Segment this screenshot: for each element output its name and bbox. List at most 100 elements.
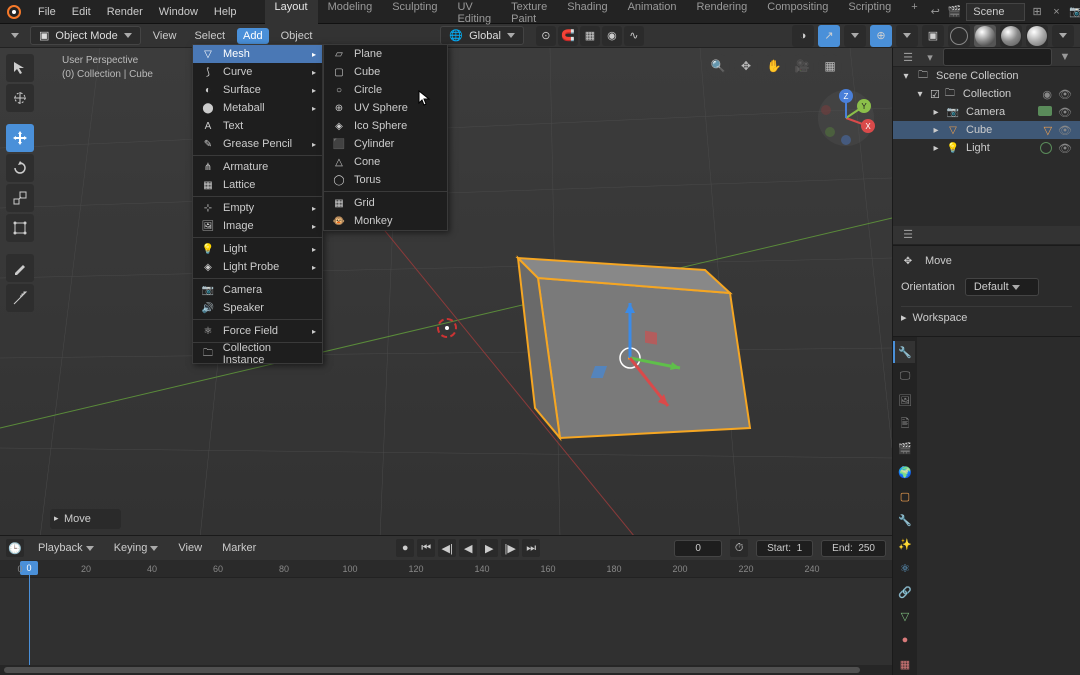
cube-data-icon[interactable]: ▽ bbox=[1044, 124, 1052, 137]
add-lightprobe[interactable]: ◈Light Probe▸ bbox=[193, 258, 322, 276]
outliner-type-icon[interactable]: ☰ bbox=[899, 48, 917, 66]
file-menu[interactable]: File bbox=[30, 2, 64, 22]
add-surface[interactable]: ◐Surface▸ bbox=[193, 81, 322, 99]
outliner-display-icon[interactable]: ▾ bbox=[921, 48, 939, 66]
add-speaker[interactable]: 🔊Speaker bbox=[193, 299, 322, 317]
scene-icon[interactable]: 🎬 bbox=[947, 3, 962, 21]
add-empty[interactable]: ⊹Empty▸ bbox=[193, 199, 322, 217]
proportional-icon[interactable]: ◉ bbox=[602, 26, 622, 46]
cube-visibility-icon[interactable]: 👁 bbox=[1058, 124, 1072, 137]
add-monkey[interactable]: 🐵Monkey bbox=[324, 212, 447, 230]
tab-modeling[interactable]: Modeling bbox=[318, 0, 383, 30]
wireframe-shade-icon[interactable] bbox=[948, 25, 970, 47]
overlays-toggle-icon[interactable]: ⊕ bbox=[870, 25, 892, 47]
add-metaball[interactable]: ⬤Metaball▸ bbox=[193, 99, 322, 117]
playback-menu[interactable]: Playback bbox=[32, 540, 100, 556]
orientation-selector[interactable]: 🌐 Global bbox=[440, 26, 524, 45]
add-cone[interactable]: △Cone bbox=[324, 153, 447, 171]
timeline-track[interactable]: 0 020406080100120140160180200220240 bbox=[0, 560, 892, 665]
timeline-scrollbar[interactable] bbox=[0, 665, 892, 675]
jump-end-icon[interactable]: ⏭ bbox=[522, 539, 540, 557]
props-editor-type-icon[interactable]: ☰ bbox=[899, 226, 917, 244]
disclosure-icon[interactable]: ▾ bbox=[913, 87, 927, 101]
help-menu[interactable]: Help bbox=[206, 2, 245, 22]
xray-icon[interactable]: ▣ bbox=[922, 25, 944, 47]
overlays-dropdown-icon[interactable] bbox=[896, 25, 918, 47]
scale-tool[interactable] bbox=[6, 184, 34, 212]
add-greasepencil[interactable]: ✎Grease Pencil▸ bbox=[193, 135, 322, 153]
play-reverse-icon[interactable]: ◀ bbox=[459, 539, 477, 557]
orientation-select[interactable]: Default bbox=[965, 278, 1039, 296]
disclosure-light-icon[interactable]: ▸ bbox=[929, 141, 943, 155]
add-collection-instance[interactable]: 🗀Collection Instance bbox=[193, 345, 322, 363]
constraint-tab[interactable]: 🔗 bbox=[893, 581, 915, 603]
jump-start-icon[interactable]: ⏮ bbox=[417, 539, 435, 557]
pivot-icon[interactable]: ⊙ bbox=[536, 26, 556, 46]
exclude-icon[interactable]: ◉ bbox=[1042, 88, 1052, 101]
timeline-ruler[interactable]: 0 020406080100120140160180200220240 bbox=[0, 560, 892, 578]
proportional-mode-icon[interactable]: ∿ bbox=[624, 26, 644, 46]
move-view-icon[interactable]: ✥ bbox=[734, 54, 758, 78]
disclosure-cube-icon[interactable]: ▸ bbox=[929, 123, 943, 137]
snap-mode-icon[interactable]: ▦ bbox=[580, 26, 600, 46]
tab-rendering[interactable]: Rendering bbox=[686, 0, 757, 30]
timeline-playhead[interactable]: 0 bbox=[20, 561, 38, 575]
zoom-icon[interactable]: 🔍 bbox=[706, 54, 730, 78]
selectability-icon[interactable]: ◑ bbox=[792, 25, 814, 47]
add-torus[interactable]: ◯Torus bbox=[324, 171, 447, 189]
workspace-panel[interactable]: ▸Workspace bbox=[901, 306, 1072, 328]
solid-shade-icon[interactable] bbox=[974, 25, 996, 47]
collection-row[interactable]: ▾ ☑ 🗀 Collection ◉👁 bbox=[893, 85, 1080, 103]
object-tab[interactable]: ▢ bbox=[893, 485, 915, 507]
snap-icon[interactable]: 🧲 bbox=[558, 26, 578, 46]
add-armature[interactable]: ⋔Armature bbox=[193, 158, 322, 176]
view-menu[interactable]: View bbox=[147, 28, 183, 44]
camera-view-icon[interactable]: 🎥 bbox=[790, 54, 814, 78]
back-to-previous-icon[interactable]: ↩ bbox=[928, 3, 943, 21]
scene-delete-icon[interactable]: × bbox=[1049, 3, 1064, 21]
tl-view-menu[interactable]: View bbox=[172, 540, 208, 556]
shading-dropdown-icon[interactable] bbox=[1052, 25, 1074, 47]
viewlayer-icon[interactable]: 📷 bbox=[1068, 3, 1080, 21]
texture-tab[interactable]: ▦ bbox=[893, 653, 915, 675]
camera-row[interactable]: ▸ 📷 Camera 👁 bbox=[893, 103, 1080, 121]
jump-next-key-icon[interactable]: |▶ bbox=[501, 539, 519, 557]
add-grid[interactable]: ▦Grid bbox=[324, 194, 447, 212]
modifier-tab[interactable]: 🔧 bbox=[893, 509, 915, 531]
add-curve[interactable]: ⟆Curve▸ bbox=[193, 63, 322, 81]
render-tab[interactable]: 🖵 bbox=[893, 365, 915, 387]
outliner-search[interactable] bbox=[943, 48, 1052, 66]
play-icon[interactable]: ▶ bbox=[480, 539, 498, 557]
preview-range-icon[interactable]: ⏱ bbox=[730, 539, 748, 557]
add-camera[interactable]: 📷Camera bbox=[193, 281, 322, 299]
add-light[interactable]: 💡Light▸ bbox=[193, 240, 322, 258]
window-menu[interactable]: Window bbox=[151, 2, 206, 22]
add-plane[interactable]: ▱Plane bbox=[324, 45, 447, 63]
hand-icon[interactable]: ✋ bbox=[762, 54, 786, 78]
scene-new-icon[interactable]: ⊞ bbox=[1029, 3, 1044, 21]
tl-marker-menu[interactable]: Marker bbox=[216, 540, 262, 556]
mode-selector[interactable]: ▣ Object Mode bbox=[30, 26, 141, 45]
light-data-icon[interactable] bbox=[1040, 142, 1052, 154]
tool-tab[interactable]: 🔧 bbox=[893, 341, 915, 363]
measure-tool[interactable] bbox=[6, 284, 34, 312]
camera-data-icon[interactable] bbox=[1038, 106, 1052, 116]
matprev-shade-icon[interactable] bbox=[1000, 25, 1022, 47]
material-tab[interactable]: ● bbox=[893, 629, 915, 651]
annotate-tool[interactable] bbox=[6, 254, 34, 282]
collection-checkbox[interactable]: ☑ bbox=[930, 88, 940, 101]
add-menu-button[interactable]: Add bbox=[237, 28, 269, 44]
autokey-icon[interactable]: ● bbox=[396, 539, 414, 557]
editor-type-icon[interactable] bbox=[6, 27, 24, 45]
add-forcefield[interactable]: ⚛Force Field▸ bbox=[193, 322, 322, 340]
viewlayer-tab[interactable]: 🖹 bbox=[893, 413, 915, 435]
scene-name-field[interactable]: Scene bbox=[966, 3, 1025, 21]
gizmo-toggle-icon[interactable]: ↗ bbox=[818, 25, 840, 47]
gizmo-dropdown-icon[interactable] bbox=[844, 25, 866, 47]
add-lattice[interactable]: ▦Lattice bbox=[193, 176, 322, 194]
camera-visibility-icon[interactable]: 👁 bbox=[1058, 106, 1072, 119]
outliner[interactable]: ▾ 🗀 Scene Collection ▾ ☑ 🗀 Collection ◉👁… bbox=[893, 67, 1080, 226]
object-menu[interactable]: Object bbox=[275, 28, 319, 44]
meshdata-tab[interactable]: ▽ bbox=[893, 605, 915, 627]
end-frame-field[interactable]: End: 250 bbox=[821, 540, 886, 557]
